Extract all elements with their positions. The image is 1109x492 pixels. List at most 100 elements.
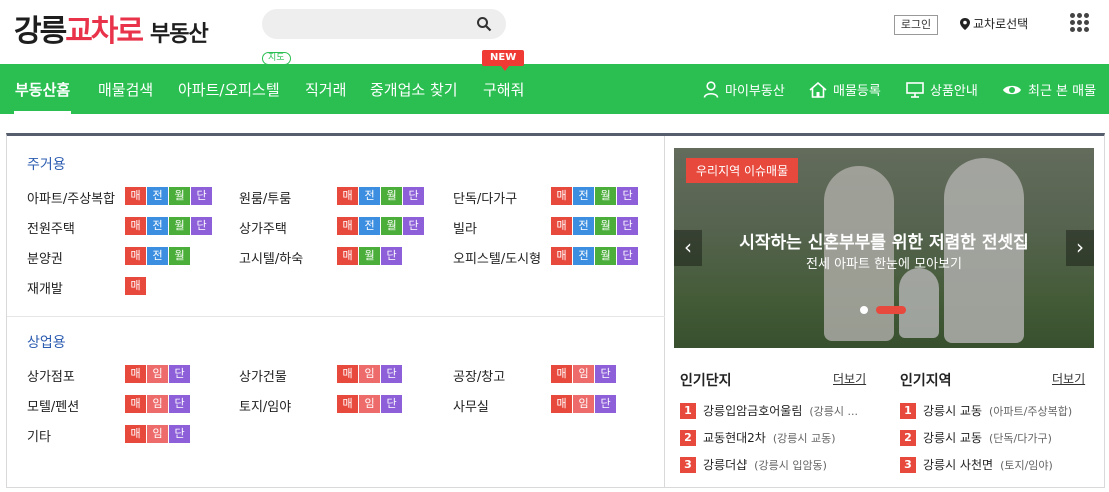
deal-type-tag[interactable]: 단: [169, 395, 190, 413]
category-label[interactable]: 상가건물: [239, 366, 287, 385]
deal-type-tag[interactable]: 매: [125, 217, 146, 235]
deal-type-tag[interactable]: 월: [381, 217, 402, 235]
deal-type-tag[interactable]: 매: [337, 365, 358, 383]
category-label[interactable]: 상가점포: [27, 366, 75, 385]
site-logo[interactable]: 강릉교차로 부동산: [14, 6, 209, 50]
deal-type-tag[interactable]: 단: [381, 365, 402, 383]
deal-type-tag[interactable]: 매: [337, 247, 358, 265]
category-label[interactable]: 원룸/투룸: [239, 188, 291, 207]
deal-type-tag[interactable]: 전: [573, 247, 594, 265]
deal-type-tag[interactable]: 전: [359, 187, 380, 205]
deal-type-tag[interactable]: 매: [125, 365, 146, 383]
deal-type-tag[interactable]: 단: [191, 187, 212, 205]
banner-dot[interactable]: [860, 306, 868, 314]
issue-banner[interactable]: 우리지역 이슈매물 시작하는 신혼부부를 위한 저렴한 전셋집 전세 아파트 한…: [674, 148, 1094, 348]
nav-direct-deal[interactable]: 직거래: [305, 79, 346, 100]
deal-type-tag[interactable]: 매: [337, 217, 358, 235]
deal-type-tag[interactable]: 월: [595, 217, 616, 235]
deal-type-tag[interactable]: 월: [169, 187, 190, 205]
deal-type-tag[interactable]: 월: [595, 247, 616, 265]
nav-listing-search[interactable]: 매물검색: [98, 79, 153, 100]
category-label[interactable]: 기타: [27, 426, 51, 445]
deal-type-tag[interactable]: 임: [359, 365, 380, 383]
category-label[interactable]: 고시텔/하숙: [239, 248, 303, 267]
deal-type-tag[interactable]: 매: [551, 187, 572, 205]
nav-register-listing[interactable]: 매물등록: [809, 80, 881, 99]
deal-type-tag[interactable]: 단: [403, 217, 424, 235]
deal-type-tag[interactable]: 임: [573, 365, 594, 383]
deal-type-tag[interactable]: 단: [169, 425, 190, 443]
deal-type-tag[interactable]: 전: [573, 187, 594, 205]
deal-type-tag[interactable]: 임: [147, 395, 168, 413]
deal-type-tag[interactable]: 전: [147, 187, 168, 205]
deal-type-tag[interactable]: 매: [125, 187, 146, 205]
ranking-item[interactable]: 3 강릉더샵 (강릉시 입암동): [680, 456, 827, 473]
category-label[interactable]: 단독/다가구: [453, 188, 517, 207]
ranking-item[interactable]: 2 강릉시 교동 (단독/다가구): [900, 429, 1052, 446]
deal-type-tag[interactable]: 임: [147, 425, 168, 443]
category-label[interactable]: 오피스텔/도시형: [453, 248, 541, 267]
category-label[interactable]: 분양권: [27, 248, 63, 267]
deal-type-tag[interactable]: 전: [573, 217, 594, 235]
deal-type-tag[interactable]: 단: [595, 395, 616, 413]
category-label[interactable]: 상가주택: [239, 218, 287, 237]
deal-type-tag[interactable]: 단: [169, 365, 190, 383]
deal-type-tag[interactable]: 매: [551, 217, 572, 235]
nav-request[interactable]: 구해줘: [483, 79, 524, 100]
deal-type-tag[interactable]: 임: [573, 395, 594, 413]
deal-type-tag[interactable]: 매: [125, 277, 146, 295]
banner-dot-active[interactable]: [876, 306, 906, 314]
category-label[interactable]: 토지/임야: [239, 396, 291, 415]
deal-type-tag[interactable]: 월: [169, 247, 190, 265]
nav-recent-listings[interactable]: 최근 본 매물: [1002, 80, 1096, 99]
deal-type-tag[interactable]: 매: [551, 365, 572, 383]
deal-type-tag[interactable]: 매: [125, 247, 146, 265]
grid-menu-icon[interactable]: [1070, 13, 1089, 32]
ranking-item[interactable]: 2 교동현대2차 (강릉시 교동): [680, 429, 836, 446]
ranking-item[interactable]: 1 강릉시 교동 (아파트/주상복합): [900, 402, 1072, 419]
deal-type-tag[interactable]: 임: [359, 395, 380, 413]
deal-type-tag[interactable]: 매: [125, 425, 146, 443]
deal-type-tag[interactable]: 매: [551, 395, 572, 413]
deal-type-tag[interactable]: 단: [403, 187, 424, 205]
search-icon[interactable]: [476, 16, 492, 32]
deal-type-tag[interactable]: 전: [147, 247, 168, 265]
deal-type-tag[interactable]: 매: [337, 395, 358, 413]
banner-prev-arrow-icon[interactable]: ‹: [674, 230, 702, 266]
deal-type-tag[interactable]: 단: [191, 217, 212, 235]
category-label[interactable]: 빌라: [453, 218, 477, 237]
nav-apartment-officetel[interactable]: 아파트/오피스텔: [178, 79, 280, 100]
deal-type-tag[interactable]: 월: [359, 247, 380, 265]
category-label[interactable]: 아파트/주상복합: [27, 188, 115, 207]
deal-type-tag[interactable]: 월: [595, 187, 616, 205]
category-label[interactable]: 재개발: [27, 278, 63, 297]
nav-product-info[interactable]: 상품안내: [906, 80, 978, 99]
deal-type-tag[interactable]: 월: [169, 217, 190, 235]
deal-type-tag[interactable]: 월: [381, 187, 402, 205]
region-select[interactable]: 교차로선택: [960, 15, 1028, 32]
deal-type-tag[interactable]: 임: [147, 365, 168, 383]
deal-type-tag[interactable]: 단: [617, 217, 638, 235]
deal-type-tag[interactable]: 매: [125, 395, 146, 413]
deal-type-tag[interactable]: 단: [617, 247, 638, 265]
category-label[interactable]: 사무실: [453, 396, 489, 415]
deal-type-tag[interactable]: 매: [337, 187, 358, 205]
category-label[interactable]: 모텔/펜션: [27, 396, 79, 415]
deal-type-tag[interactable]: 단: [595, 365, 616, 383]
nav-find-agency[interactable]: 중개업소 찾기: [370, 79, 458, 100]
deal-type-tag[interactable]: 단: [381, 395, 402, 413]
popular-complex-more-link[interactable]: 더보기: [833, 370, 866, 387]
category-label[interactable]: 전원주택: [27, 218, 75, 237]
category-label[interactable]: 공장/창고: [453, 366, 505, 385]
deal-type-tag[interactable]: 매: [551, 247, 572, 265]
popular-region-more-link[interactable]: 더보기: [1052, 370, 1085, 387]
search-input[interactable]: [262, 9, 506, 39]
nav-home[interactable]: 부동산홈: [15, 79, 70, 100]
ranking-item[interactable]: 3 강릉시 사천면 (토지/임야): [900, 456, 1053, 473]
deal-type-tag[interactable]: 단: [381, 247, 402, 265]
nav-my-realestate[interactable]: 마이부동산: [703, 80, 785, 99]
ranking-item[interactable]: 1 강릉입암금호어울림 (강릉시 ...: [680, 402, 858, 419]
login-button[interactable]: 로그인: [894, 15, 938, 35]
banner-next-arrow-icon[interactable]: ›: [1066, 230, 1094, 266]
deal-type-tag[interactable]: 전: [359, 217, 380, 235]
